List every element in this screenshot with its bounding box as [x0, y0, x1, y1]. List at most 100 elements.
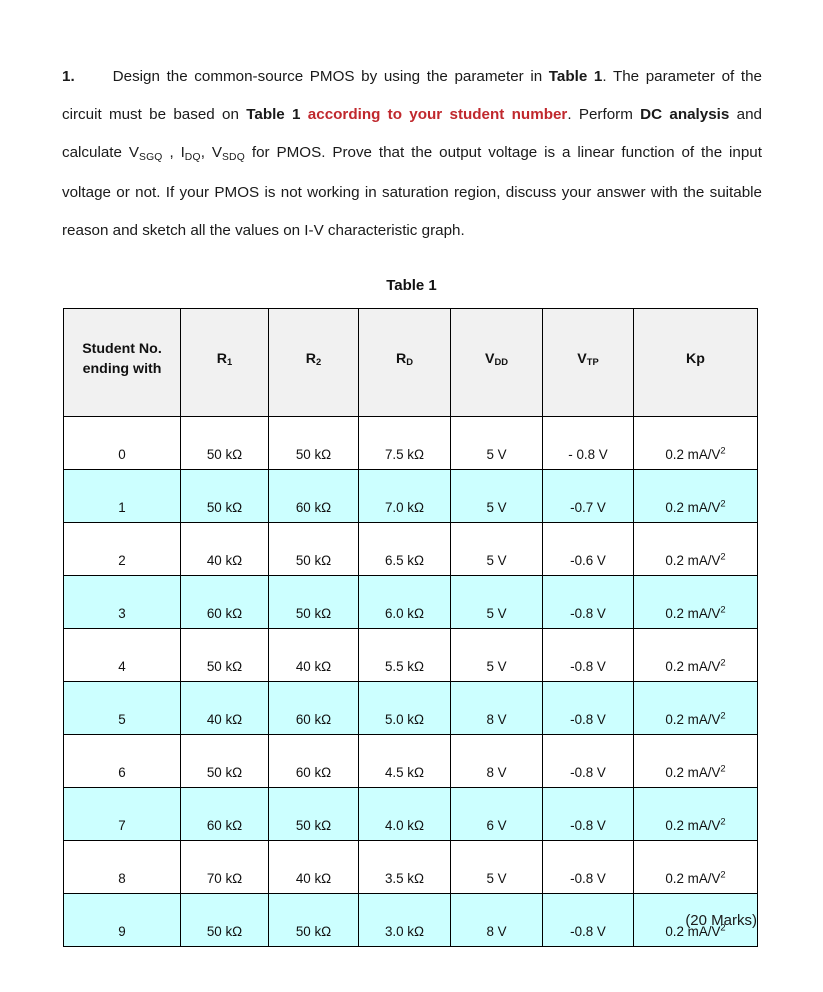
col-header-rd: RD [358, 308, 451, 417]
cell-rd: 6.5 kΩ [358, 522, 451, 576]
kp-value: 0.2 mA/V [665, 500, 721, 515]
cell-kp: 0.2 mA/V2 [633, 416, 758, 470]
table-row: 4 50 kΩ 40 kΩ 5.5 kΩ 5 V -0.8 V 0.2 mA/V2 [63, 628, 758, 682]
cell-student-no: 3 [63, 575, 181, 629]
table-row: 5 40 kΩ 60 kΩ 5.0 kΩ 8 V -0.8 V 0.2 mA/V2 [63, 681, 758, 735]
cell-vdd: 5 V [450, 628, 543, 682]
parameter-table-wrapper: Student No. ending with R1 R2 RD VDD VTP… [63, 308, 758, 947]
vsdq-base: V [211, 144, 222, 161]
cell-r2: 50 kΩ [268, 416, 359, 470]
cell-r2: 40 kΩ [268, 628, 359, 682]
kp-value: 0.2 mA/V [665, 871, 721, 886]
student-no-line2: ending with [82, 361, 162, 377]
cell-r2: 50 kΩ [268, 522, 359, 576]
cell-rd: 7.0 kΩ [358, 469, 451, 523]
cell-student-no: 2 [63, 522, 181, 576]
cell-student-no: 8 [63, 840, 181, 894]
cell-student-no: 5 [63, 681, 181, 735]
table-ref-1: Table 1 [548, 68, 603, 85]
kp-value: 0.2 mA/V [665, 818, 721, 833]
cell-kp: 0.2 mA/V2 [633, 734, 758, 788]
kp-exponent: 2 [720, 816, 726, 827]
question-block: 1. Design the common-source PMOS by using… [62, 58, 762, 250]
question-text-3: . Perform [567, 106, 641, 123]
col-header-r2: R2 [268, 308, 359, 417]
kp-exponent: 2 [720, 710, 726, 721]
cell-r1: 50 kΩ [180, 469, 269, 523]
kp-exponent: 2 [720, 604, 726, 615]
cell-student-no: 6 [63, 734, 181, 788]
cell-r1: 70 kΩ [180, 840, 269, 894]
col-header-vdd: VDD [450, 308, 543, 417]
vsgq-subscript: SGQ [138, 151, 163, 163]
document-page: 1. Design the common-source PMOS by using… [0, 0, 823, 992]
separator-1: , [162, 144, 181, 161]
table-row: 0 50 kΩ 50 kΩ 7.5 kΩ 5 V- 0.8 V 0.2 mA/V2 [63, 416, 758, 470]
r1-base: R [216, 350, 228, 367]
cell-vdd: 8 V [450, 681, 543, 735]
cell-student-no: 7 [63, 787, 181, 841]
cell-vdd: 5 V [450, 522, 543, 576]
cell-vtp: -0.8 V [542, 840, 634, 894]
cell-vdd: 5 V [450, 575, 543, 629]
cell-vtp: -0.8 V [542, 575, 634, 629]
kp-value: 0.2 mA/V [665, 447, 721, 462]
variable-vsgq: VSGQ [129, 144, 163, 163]
cell-vtp: -0.6 V [542, 522, 634, 576]
cell-kp: 0.2 mA/V2 [633, 522, 758, 576]
vtp-base: V [577, 350, 587, 367]
col-header-vtp: VTP [542, 308, 634, 417]
kp-value: 0.2 mA/V [665, 606, 721, 621]
rd-subscript: D [406, 357, 413, 368]
cell-vdd: 5 V [450, 469, 543, 523]
table-row: 3 60 kΩ 50 kΩ 6.0 kΩ 5 V -0.8 V 0.2 mA/V2 [63, 575, 758, 629]
space-1 [301, 106, 308, 123]
cell-r1: 40 kΩ [180, 522, 269, 576]
question-text-1: Design the common-source PMOS by using t… [112, 68, 549, 85]
cell-r2: 50 kΩ [268, 787, 359, 841]
cell-vtp: -0.7 V [542, 469, 634, 523]
cell-vtp: - 0.8 V [542, 416, 634, 470]
kp-exponent: 2 [720, 551, 726, 562]
cell-r1: 60 kΩ [180, 575, 269, 629]
table-row: 7 60 kΩ 50 kΩ 4.0 kΩ 6 V -0.8 V 0.2 mA/V2 [63, 787, 758, 841]
cell-vdd: 5 V [450, 840, 543, 894]
cell-r1: 50 kΩ [180, 628, 269, 682]
kp-exponent: 2 [720, 763, 726, 774]
cell-kp: 0.2 mA/V2 [633, 681, 758, 735]
table-row: 2 40 kΩ 50 kΩ 6.5 kΩ 5 V -0.6 V 0.2 mA/V2 [63, 522, 758, 576]
col-header-student-no: Student No. ending with [63, 308, 181, 417]
vsdq-subscript: SDQ [221, 151, 245, 163]
r1-subscript: 1 [227, 357, 233, 368]
cell-rd: 7.5 kΩ [358, 416, 451, 470]
cell-student-no: 1 [63, 469, 181, 523]
kp-value: 0.2 mA/V [665, 765, 721, 780]
cell-rd: 6.0 kΩ [358, 575, 451, 629]
student-no-line1: Student No. [82, 341, 162, 357]
table-row: 1 50 kΩ 60 kΩ 7.0 kΩ 5 V -0.7 V 0.2 mA/V2 [63, 469, 758, 523]
student-number-emphasis: according to your student number [307, 106, 568, 123]
cell-rd: 3.5 kΩ [358, 840, 451, 894]
table-caption: Table 1 [386, 277, 437, 294]
cell-vtp: -0.8 V [542, 628, 634, 682]
cell-student-no: 0 [63, 416, 181, 470]
cell-kp: 0.2 mA/V2 [633, 575, 758, 629]
kp-exponent: 2 [720, 657, 726, 668]
cell-kp: 0.2 mA/V2 [633, 628, 758, 682]
cell-rd: 4.5 kΩ [358, 734, 451, 788]
cell-rd: 5.0 kΩ [358, 681, 451, 735]
kp-value: 0.2 mA/V [665, 553, 721, 568]
marks-label: (20 Marks) [685, 912, 757, 929]
parameter-table: Student No. ending with R1 R2 RD VDD VTP… [63, 308, 758, 947]
cell-kp: 0.2 mA/V2 [633, 787, 758, 841]
cell-r2: 60 kΩ [268, 469, 359, 523]
kp-exponent: 2 [720, 869, 726, 880]
variable-vsdq: VSDQ [211, 144, 245, 163]
cell-vdd: 6 V [450, 787, 543, 841]
r2-subscript: 2 [316, 357, 322, 368]
cell-student-no: 4 [63, 628, 181, 682]
table-header-row: Student No. ending with R1 R2 RD VDD VTP… [63, 308, 758, 417]
kp-value: 0.2 mA/V [665, 712, 721, 727]
cell-rd: 5.5 kΩ [358, 628, 451, 682]
table-row: 6 50 kΩ 60 kΩ 4.5 kΩ 8 V -0.8 V 0.2 mA/V2 [63, 734, 758, 788]
